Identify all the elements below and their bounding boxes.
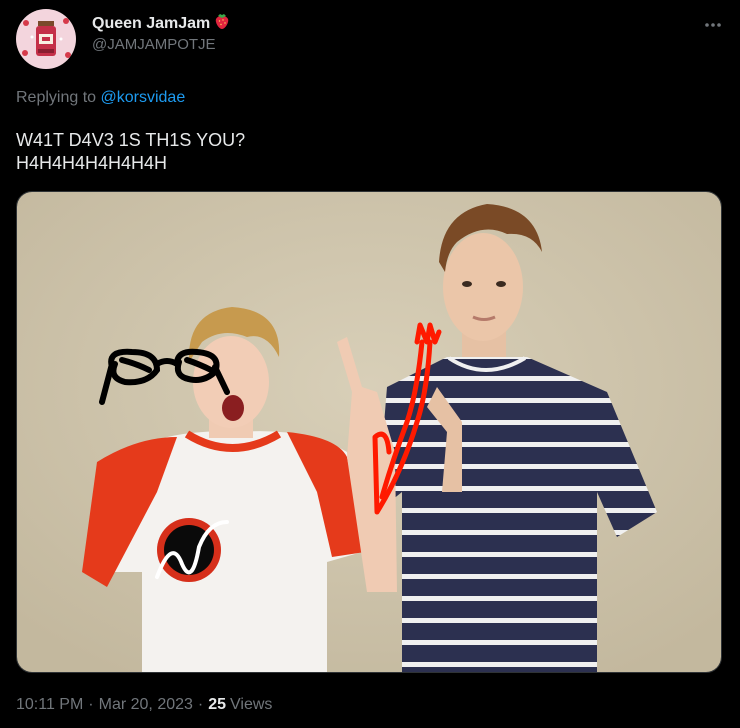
author-name-text: Queen JamJam	[92, 14, 211, 32]
more-options-button[interactable]	[696, 8, 730, 42]
timestamp-time[interactable]: 10:11 PM	[16, 696, 83, 714]
strawberry-icon	[216, 14, 229, 29]
photo-of-two-people-icon	[17, 192, 721, 672]
author-name[interactable]: Queen JamJam	[92, 12, 231, 35]
tweet-photo[interactable]	[16, 191, 722, 673]
views-count: 25	[208, 696, 227, 713]
timestamp-date[interactable]: Mar 20, 2023	[99, 696, 193, 714]
tweet: Queen JamJam @JAMJAMPOTJE Replying to @k…	[0, 0, 740, 728]
tweet-text-line-2: H4H4H4H4H4H4H	[16, 153, 168, 173]
tweet-text-line-1: W41T D4V3 1S TH1S YOU?	[16, 130, 246, 150]
jam-jar-avatar-icon	[16, 9, 76, 69]
replying-to-line: Replying to @korsvidae	[16, 89, 185, 107]
ellipsis-icon	[705, 23, 721, 27]
replying-to-label: Replying to	[16, 89, 101, 106]
views-label: Views	[230, 696, 273, 713]
strawberry-emoji	[213, 12, 231, 35]
author-handle[interactable]: @JAMJAMPOTJE	[92, 36, 216, 53]
tweet-text: W41T D4V3 1S TH1S YOU? H4H4H4H4H4H4H	[16, 129, 245, 175]
separator: ·	[88, 696, 94, 713]
author-avatar[interactable]	[16, 9, 76, 69]
tweet-meta: 10:11 PM · Mar 20, 2023 · 25 Views	[16, 696, 272, 714]
separator: ·	[197, 696, 204, 713]
reply-mention-link[interactable]: @korsvidae	[101, 89, 186, 106]
